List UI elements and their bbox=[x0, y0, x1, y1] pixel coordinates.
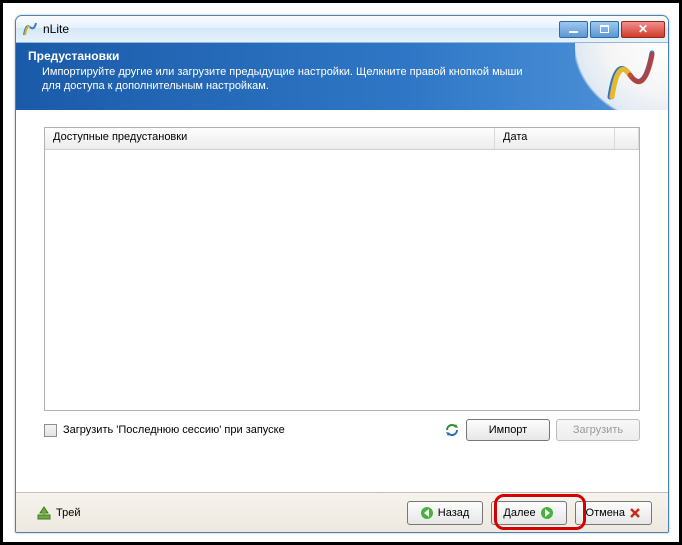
tray-label: Трей bbox=[56, 507, 80, 519]
titlebar: nLite ✕ bbox=[16, 16, 668, 43]
x-icon bbox=[629, 507, 641, 519]
content-area: Доступные предустановки Дата Загрузить '… bbox=[16, 111, 668, 492]
page-title: Предустановки bbox=[28, 49, 656, 63]
header-band: Предустановки Импортируйте другие или за… bbox=[16, 43, 668, 110]
column-spacer bbox=[615, 128, 639, 149]
column-name[interactable]: Доступные предустановки bbox=[45, 128, 495, 149]
column-date[interactable]: Дата bbox=[495, 128, 615, 149]
app-window: nLite ✕ Предустановки Импортируйте други… bbox=[15, 15, 669, 533]
presets-list[interactable]: Доступные предустановки Дата bbox=[44, 127, 640, 411]
minimize-button[interactable] bbox=[559, 21, 588, 38]
logo-corner bbox=[575, 43, 668, 110]
nlite-logo-icon bbox=[602, 45, 662, 105]
tray-button[interactable]: Трей bbox=[36, 505, 80, 521]
maximize-button[interactable] bbox=[590, 21, 619, 38]
cancel-button[interactable]: Отмена bbox=[575, 501, 652, 525]
app-icon bbox=[22, 21, 38, 37]
tray-icon bbox=[36, 505, 52, 521]
close-button[interactable]: ✕ bbox=[621, 21, 665, 38]
arrow-left-icon bbox=[420, 506, 434, 520]
footer-bar: Трей Назад Далее Отмена bbox=[16, 492, 668, 532]
next-button[interactable]: Далее bbox=[491, 501, 567, 525]
page-subtitle: Импортируйте другие или загрузите предыд… bbox=[42, 65, 542, 94]
window-title: nLite bbox=[43, 22, 557, 36]
back-button[interactable]: Назад bbox=[407, 501, 483, 525]
load-last-session-checkbox[interactable] bbox=[44, 424, 57, 437]
load-last-session-label: Загрузить 'Последнюю сессию' при запуске bbox=[63, 424, 285, 436]
refresh-icon[interactable] bbox=[444, 422, 460, 438]
arrow-right-icon bbox=[540, 506, 554, 520]
list-header: Доступные предустановки Дата bbox=[45, 128, 639, 150]
load-button: Загрузить bbox=[556, 419, 640, 441]
import-button[interactable]: Импорт bbox=[466, 419, 550, 441]
options-row: Загрузить 'Последнюю сессию' при запуске… bbox=[44, 419, 640, 441]
